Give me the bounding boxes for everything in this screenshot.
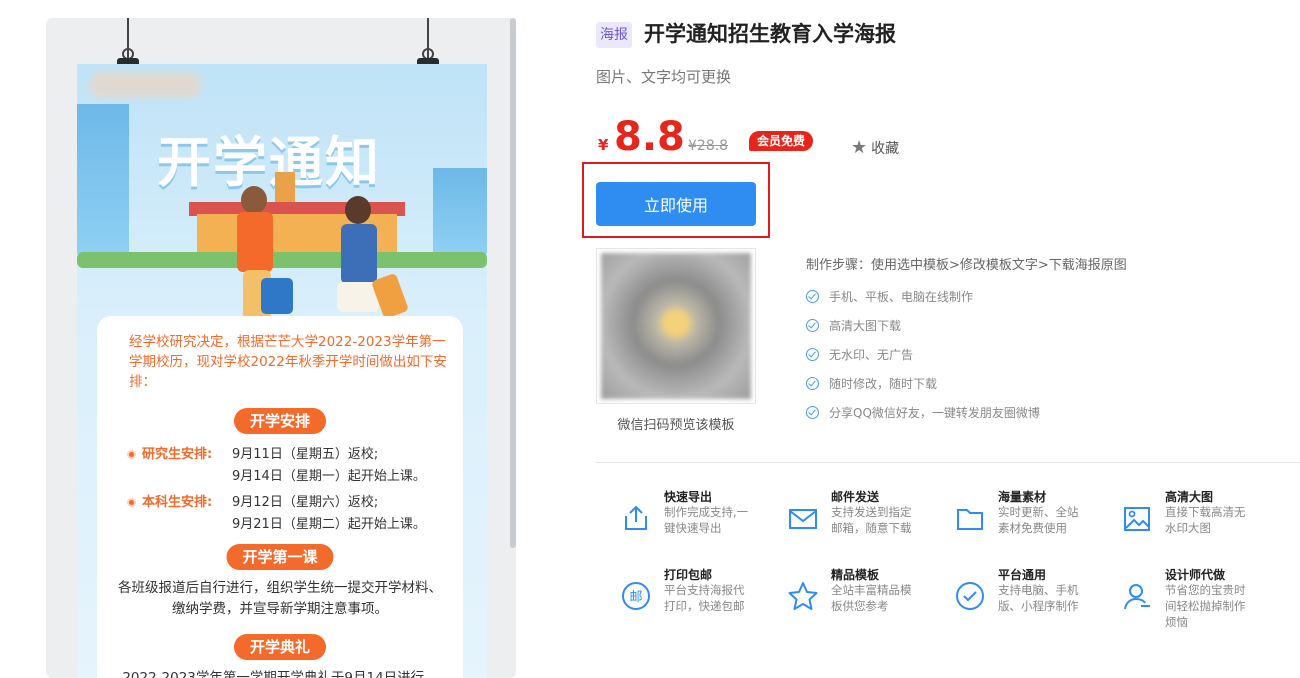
designer-icon (1124, 584, 1150, 610)
schedule-row-graduate: 研究生安排: 9月11日（星期五）返校; 9月14日（星期一）起开始上课。 (127, 444, 426, 488)
ground-illustration (77, 252, 487, 268)
image-icon (1124, 507, 1150, 531)
check-circle-icon (956, 582, 984, 610)
check-icon (806, 377, 819, 390)
building-illustration (433, 168, 487, 254)
feature-item: 高清大图下载 (806, 311, 1040, 340)
section-divider (596, 462, 1300, 463)
mail-icon (789, 509, 817, 529)
preview-scrollbar[interactable] (510, 18, 516, 548)
svg-text:邮: 邮 (629, 590, 642, 605)
original-price: ¥28.8 (688, 138, 729, 154)
qr-code (596, 248, 756, 404)
qr-caption: 微信扫码预览该模板 (617, 418, 735, 433)
bullet-icon (127, 498, 136, 507)
schedule-row-undergraduate: 本科生安排: 9月12日（星期六）返校; 9月21日（星期二）起开始上课。 (127, 492, 426, 536)
poster-image: 开学通知 经学校研究决定，根据芒芒大学2022-2023学年第一学期校历，现对学… (77, 64, 487, 678)
feature-list: 手机、平板、电脑在线制作 高清大图下载 无水印、无广告 随时修改，随时下载 分享… (806, 282, 1040, 427)
student-body-illustration (341, 224, 377, 284)
check-icon (806, 406, 819, 419)
product-title: 开学通知招生教育入学海报 (644, 22, 896, 46)
poster-title: 开学通知 (157, 133, 381, 193)
service-materials: 海量素材 实时更新、全站素材免费使用 (934, 488, 1094, 548)
price: 8.8 (614, 114, 685, 160)
feature-item: 手机、平板、电脑在线制作 (806, 282, 1040, 311)
check-icon (806, 319, 819, 332)
export-icon (625, 505, 647, 530)
service-designer: 设计师代做 节省您的宝贵时间轻松抛掉制作烦恼 (1101, 566, 1261, 629)
poster-intro-text: 经学校研究决定，根据芒芒大学2022-2023学年第一学期校历，现对学校2022… (129, 334, 447, 390)
student-body-illustration (237, 212, 273, 272)
service-quick-export: 快速导出 制作完成支持,一键快速导出 (600, 488, 760, 548)
service-templates: 精品模板 全站丰富精品模板供您参考 (767, 566, 927, 626)
student-head-illustration (345, 196, 371, 224)
favorite-button[interactable]: ★ 收藏 (851, 138, 899, 158)
poster-content-card: 经学校研究决定，根据芒芒大学2022-2023学年第一学期校历，现对学校2022… (97, 316, 463, 678)
student-head-illustration (241, 186, 267, 214)
product-subtitle: 图片、文字均可更换 (596, 68, 732, 86)
production-steps: 制作步骤：使用选中模板>修改模板文字>下载海报原图 (806, 258, 1127, 273)
category-badge: 海报 (596, 22, 632, 48)
section-heading: 开学安排 (233, 408, 327, 434)
vip-free-badge: 会员免费 (749, 131, 814, 151)
bullet-icon (127, 450, 136, 459)
building-illustration (77, 104, 129, 254)
currency-symbol: ¥ (598, 136, 609, 154)
feature-item: 分享QQ微信好友，一键转发朋友圈微博 (806, 398, 1040, 427)
service-hd-image: 高清大图 直接下载高清无水印大图 (1101, 488, 1261, 548)
poster-preview-frame: 开学通知 经学校研究决定，根据芒芒大学2022-2023学年第一学期校历，现对学… (46, 18, 516, 678)
post-icon: 邮 (622, 582, 650, 610)
service-print-post: 邮 打印包邮 平台支持海报代打印，快递包邮 (600, 566, 760, 626)
section-heading: 开学第一课 (226, 544, 334, 570)
feature-item: 随时修改，随时下载 (806, 369, 1040, 398)
star-icon (788, 582, 818, 610)
service-cross-platform: 平台通用 支持电脑、手机版、小程序制作 (934, 566, 1094, 626)
use-now-button[interactable]: 立即使用 (596, 182, 756, 226)
feature-item: 无水印、无广告 (806, 340, 1040, 369)
section-heading: 开学典礼 (233, 634, 327, 660)
service-mail-send: 邮件发送 支持发送到指定邮箱，随意下载 (767, 488, 927, 548)
folder-icon (957, 509, 983, 530)
check-icon (806, 348, 819, 361)
suitcase-illustration (261, 278, 293, 314)
suitcase-illustration (370, 272, 410, 320)
section-text: 各班级报道后自行进行，组织学生统一提交开学材料、缴纳学费，并宣导新学期注意事项。 (118, 580, 442, 617)
star-icon: ★ (851, 137, 868, 158)
check-icon (806, 290, 819, 303)
favorite-label: 收藏 (871, 141, 900, 157)
blurred-logo (89, 72, 201, 98)
